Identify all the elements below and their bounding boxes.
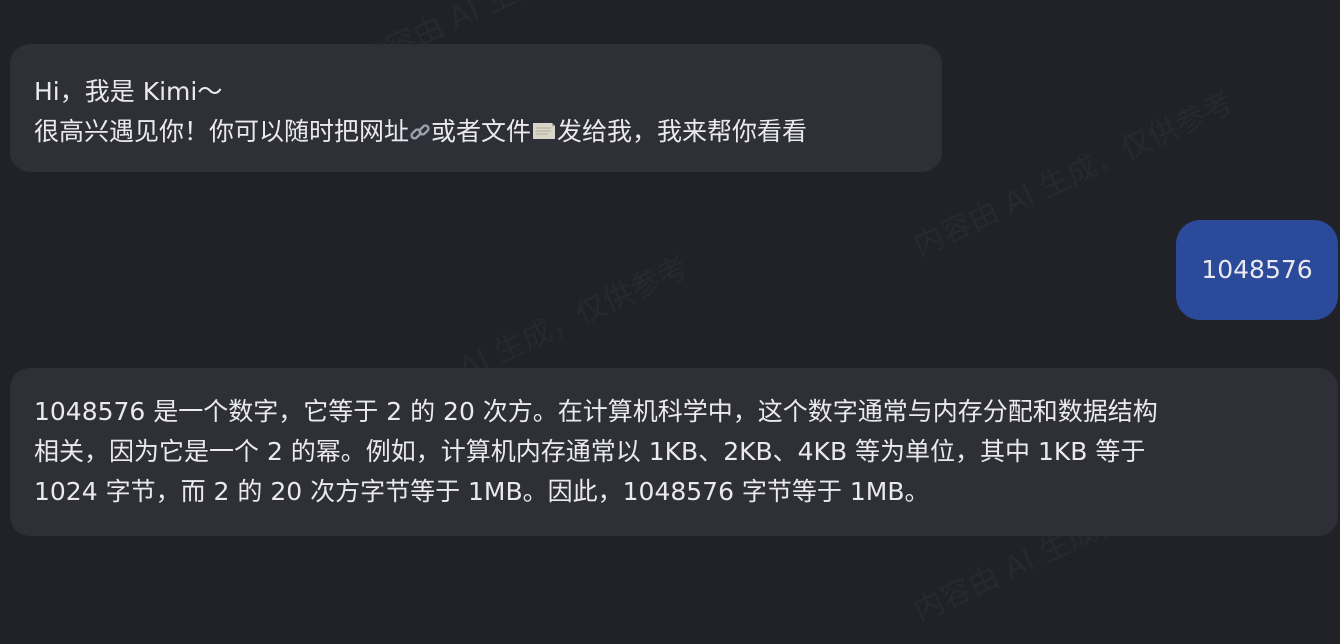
answer-line: 1048576 是一个数字，它等于 2 的 20 次方。在计算机科学中，这个数字…: [34, 397, 1158, 426]
greeting-line-1: Hi，我是 Kimi～: [34, 77, 223, 106]
greeting-line-2: 很高兴遇见你！你可以随时把网址 或者文件 发给我，我来帮你看看: [34, 112, 918, 152]
answer-line: 相关，因为它是一个 2 的幂。例如，计算机内存通常以 1KB、2KB、4KB 等…: [34, 437, 1146, 466]
link-icon: [409, 115, 431, 140]
user-message: 1048576: [1176, 220, 1338, 320]
greeting-text-part-2: 或者文件: [431, 117, 532, 146]
user-message-text: 1048576: [1201, 255, 1313, 284]
greeting-text-part-3: 发给我，我来帮你看看: [557, 117, 808, 146]
chat-page: 内容由 AI 生成，仅供参考 内容由 AI 生成，仅供参考 内容由 AI 生成，…: [0, 0, 1340, 644]
assistant-greeting-message: Hi，我是 Kimi～ 很高兴遇见你！你可以随时把网址 或者文件 发给我，我来帮你看…: [10, 44, 942, 172]
document-icon: [531, 114, 557, 139]
assistant-answer-message: 1048576 是一个数字，它等于 2 的 20 次方。在计算机科学中，这个数字…: [10, 368, 1338, 536]
greeting-text-part-1: 很高兴遇见你！你可以随时把网址: [34, 117, 410, 146]
answer-line: 1024 字节，而 2 的 20 次方字节等于 1MB。因此，1048576 字…: [34, 477, 930, 506]
